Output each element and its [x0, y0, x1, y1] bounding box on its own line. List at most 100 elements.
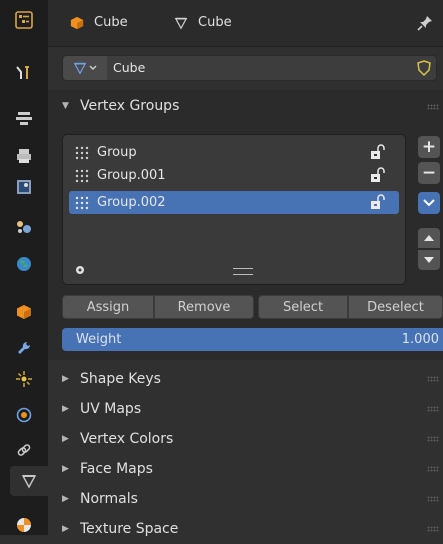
remove-vertex-group-button[interactable]: −	[418, 162, 440, 184]
list-resize-handle[interactable]	[233, 268, 253, 275]
assign-remove-group: Assign Remove	[62, 295, 254, 319]
collapsed-arrow-icon: ▶	[62, 434, 69, 444]
fake-user-toggle[interactable]	[412, 56, 436, 80]
vertex-groups-title: Vertex Groups	[80, 98, 180, 114]
tab-tool[interactable]	[6, 58, 42, 88]
mesh-breadcrumb: Cube	[174, 15, 232, 30]
vertex-groups-header[interactable]: ▼ Vertex Groups	[48, 90, 443, 122]
vertex-group-list: Group Group.001 Group.002	[62, 134, 406, 285]
vertex-group-item[interactable]: Group	[69, 141, 399, 164]
remove-label: −	[421, 163, 437, 183]
vertex-group-item-selected[interactable]: Group.002	[69, 191, 399, 214]
mesh-data-icon	[73, 62, 87, 75]
section-uv-maps[interactable]: ▶ UV Maps	[48, 394, 443, 424]
properties-panel: Cube Cube Cube ▼ Vertex Groups Group Gro…	[48, 0, 443, 544]
editor-type-icon	[15, 11, 33, 29]
properties-header: Cube Cube	[48, 0, 443, 47]
drag-grip-icon[interactable]	[427, 436, 439, 442]
vertex-group-name: Group.001	[97, 168, 166, 183]
mesh-data-name[interactable]: Cube	[113, 60, 145, 75]
vertex-group-icon	[75, 169, 89, 182]
tab-physics[interactable]	[6, 400, 42, 430]
chevron-down-icon	[89, 65, 97, 70]
tab-particles[interactable]	[6, 364, 42, 394]
triangle-up-icon	[424, 235, 434, 241]
section-normals[interactable]: ▶ Normals	[48, 484, 443, 514]
tab-data[interactable]	[10, 466, 48, 496]
link-icon	[17, 444, 31, 456]
collapsed-arrow-icon: ▶	[62, 404, 69, 414]
tab-render[interactable]	[6, 103, 42, 133]
tab-modifiers[interactable]	[6, 333, 42, 363]
tab-outliner-editor-type[interactable]	[6, 5, 42, 35]
list-footer	[63, 258, 405, 284]
vertex-group-item[interactable]: Group.001	[69, 164, 399, 187]
remove-button[interactable]: Remove	[154, 295, 254, 319]
section-vertex-colors[interactable]: ▶ Vertex Colors	[48, 424, 443, 454]
tab-world[interactable]	[6, 249, 42, 279]
shield-icon	[417, 60, 431, 76]
unlock-icon[interactable]	[369, 167, 385, 183]
tab-constraints[interactable]	[6, 435, 42, 465]
section-texture-space[interactable]: ▶ Texture Space	[48, 514, 443, 544]
printer-icon	[17, 149, 31, 163]
tab-object[interactable]	[6, 297, 42, 327]
select-button[interactable]: Select	[258, 295, 348, 319]
tab-output[interactable]	[6, 141, 42, 171]
weight-label: Weight	[76, 332, 122, 347]
section-label: UV Maps	[80, 401, 142, 417]
deselect-button[interactable]: Deselect	[348, 295, 443, 319]
section-label: Shape Keys	[80, 371, 161, 387]
mesh-data-icon	[174, 17, 188, 30]
properties-tab-bar	[0, 0, 48, 535]
section-face-maps[interactable]: ▶ Face Maps	[48, 454, 443, 484]
pin-button[interactable]	[417, 15, 433, 35]
collapsed-arrow-icon: ▶	[62, 374, 69, 384]
vertex-group-icon	[75, 146, 89, 159]
world-icon	[17, 257, 31, 271]
particles-icon	[16, 371, 32, 387]
object-breadcrumb: Cube	[70, 15, 128, 30]
drag-grip-icon[interactable]	[427, 406, 439, 412]
chevron-down-icon	[423, 199, 435, 207]
wrench-icon	[18, 341, 31, 354]
data-type-dropdown[interactable]	[63, 56, 107, 80]
add-label: +	[421, 137, 437, 157]
collapsed-arrow-icon: ▶	[62, 464, 69, 474]
mesh-data-selector[interactable]: Cube	[62, 55, 437, 81]
render-icon	[16, 112, 32, 125]
vertex-group-name: Group	[97, 145, 137, 160]
object-name: Cube	[94, 15, 128, 30]
expanded-arrow-icon: ▼	[62, 101, 69, 111]
unlock-icon[interactable]	[369, 144, 385, 160]
vertex-group-icon	[75, 196, 89, 209]
physics-icon	[16, 407, 32, 423]
filter-options-icon[interactable]	[75, 265, 85, 275]
section-shape-keys[interactable]: ▶ Shape Keys	[48, 364, 443, 394]
drag-grip-icon[interactable]	[427, 526, 439, 532]
scene-icon	[17, 221, 31, 233]
drag-grip-icon[interactable]	[427, 376, 439, 382]
image-icon	[17, 180, 31, 194]
tab-scene[interactable]	[6, 212, 42, 242]
drag-grip-icon[interactable]	[427, 104, 439, 110]
add-vertex-group-button[interactable]: +	[418, 136, 440, 158]
tab-material[interactable]	[6, 510, 42, 540]
object-cube-icon	[70, 16, 84, 29]
collapsed-arrow-icon: ▶	[62, 494, 69, 504]
select-deselect-group: Select Deselect	[258, 295, 443, 319]
tab-view-layer[interactable]	[6, 172, 42, 202]
object-icon	[17, 305, 31, 319]
unlock-icon[interactable]	[369, 194, 385, 210]
mesh-name: Cube	[198, 15, 232, 30]
move-up-button[interactable]	[418, 228, 440, 248]
move-down-button[interactable]	[418, 250, 440, 270]
drag-grip-icon[interactable]	[427, 496, 439, 502]
weight-slider[interactable]: Weight 1.000	[62, 328, 443, 351]
vertex-group-specials-menu[interactable]	[418, 192, 440, 214]
triangle-down-icon	[424, 257, 434, 263]
assign-button[interactable]: Assign	[62, 295, 154, 319]
tool-icon	[16, 66, 29, 79]
drag-grip-icon[interactable]	[427, 466, 439, 472]
section-label: Normals	[80, 491, 138, 507]
